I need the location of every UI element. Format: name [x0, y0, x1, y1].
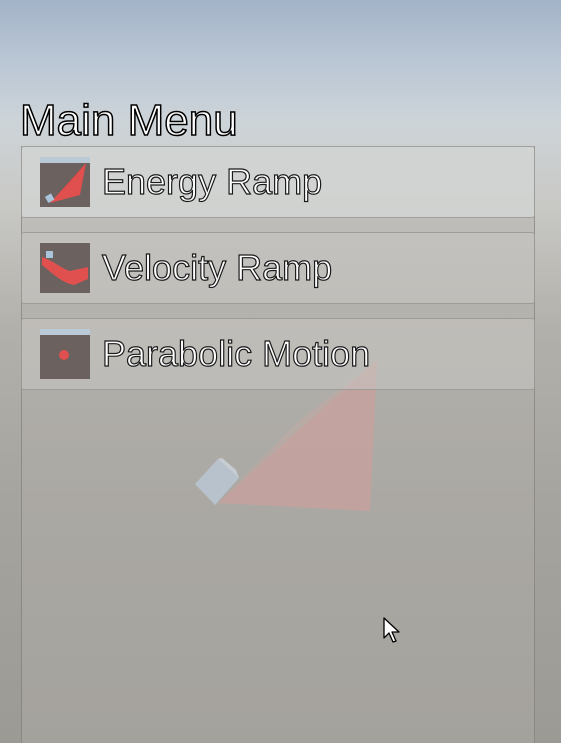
- menu-item-energy-ramp[interactable]: Energy Ramp: [21, 146, 535, 218]
- unity-scene-view: Main Menu Energy Ramp Velocity Ramp Para…: [0, 0, 561, 743]
- parabolic-motion-thumbnail-icon: [40, 329, 90, 379]
- menu-item-label: Velocity Ramp: [101, 247, 333, 288]
- page-title: Main Menu: [19, 96, 238, 146]
- arrow-cursor-icon: [383, 617, 400, 643]
- menu-item-parabolic-motion[interactable]: Parabolic Motion: [21, 318, 535, 390]
- velocity-ramp-thumbnail-icon: [40, 243, 90, 293]
- menu-item-label: Energy Ramp: [101, 161, 323, 202]
- energy-ramp-thumbnail-icon: [40, 157, 90, 207]
- menu-item-label: Parabolic Motion: [101, 333, 371, 374]
- menu-item-velocity-ramp[interactable]: Velocity Ramp: [21, 232, 535, 304]
